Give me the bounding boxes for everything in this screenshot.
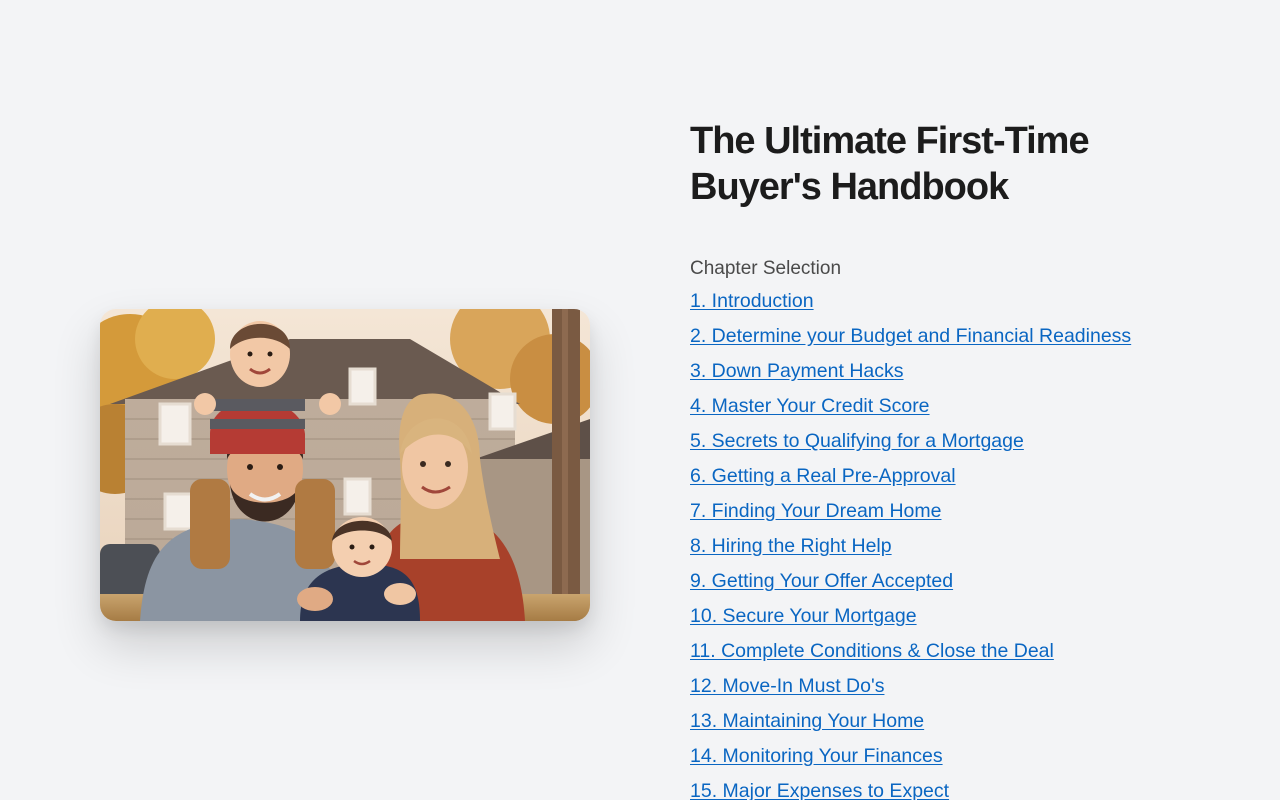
chapter-item: 14. Monitoring Your Finances <box>690 742 1250 777</box>
chapter-link-7[interactable]: 7. Finding Your Dream Home <box>690 500 941 522</box>
chapter-link-10[interactable]: 10. Secure Your Mortgage <box>690 605 917 627</box>
chapter-item: 4. Master Your Credit Score <box>690 392 1250 427</box>
chapter-item: 5. Secrets to Qualifying for a Mortgage <box>690 427 1250 462</box>
chapter-item: 10. Secure Your Mortgage <box>690 602 1250 637</box>
hero-photo <box>100 309 590 621</box>
chapter-item: 6. Getting a Real Pre-Approval <box>690 462 1250 497</box>
chapter-link-3[interactable]: 3. Down Payment Hacks <box>690 360 904 382</box>
chapter-link-11[interactable]: 11. Complete Conditions & Close the Deal <box>690 640 1054 662</box>
chapter-link-12[interactable]: 12. Move-In Must Do's <box>690 675 884 697</box>
chapter-link-8[interactable]: 8. Hiring the Right Help <box>690 535 892 557</box>
chapter-selection-heading: Chapter Selection <box>690 258 842 279</box>
chapter-item: 1. Introduction <box>690 287 1250 322</box>
chapter-item: 12. Move-In Must Do's <box>690 672 1250 707</box>
chapter-link-14[interactable]: 14. Monitoring Your Finances <box>690 745 943 767</box>
chapter-link-5[interactable]: 5. Secrets to Qualifying for a Mortgage <box>690 430 1024 452</box>
handbook-panel: The Ultimate First-Time Buyer's Handbook… <box>690 118 1250 800</box>
chapter-item: 3. Down Payment Hacks <box>690 357 1250 392</box>
chapter-item: 7. Finding Your Dream Home <box>690 497 1250 532</box>
chapter-item: 11. Complete Conditions & Close the Deal <box>690 637 1250 672</box>
chapter-item: 8. Hiring the Right Help <box>690 532 1250 567</box>
chapter-link-9[interactable]: 9. Getting Your Offer Accepted <box>690 570 953 592</box>
chapter-item: 13. Maintaining Your Home <box>690 707 1250 742</box>
family-photo-illustration <box>100 309 590 621</box>
chapter-link-1[interactable]: 1. Introduction <box>690 290 814 312</box>
chapter-item: 2. Determine your Budget and Financial R… <box>690 322 1250 357</box>
chapter-item: 9. Getting Your Offer Accepted <box>690 567 1250 602</box>
chapter-item: 15. Major Expenses to Expect <box>690 777 1250 800</box>
page-title: The Ultimate First-Time Buyer's Handbook <box>690 120 1090 208</box>
chapter-link-2[interactable]: 2. Determine your Budget and Financial R… <box>690 325 1131 347</box>
chapter-link-6[interactable]: 6. Getting a Real Pre-Approval <box>690 465 956 487</box>
chapter-link-4[interactable]: 4. Master Your Credit Score <box>690 395 930 417</box>
page: The Ultimate First-Time Buyer's Handbook… <box>0 0 1280 800</box>
chapter-link-15[interactable]: 15. Major Expenses to Expect <box>690 780 949 800</box>
chapter-list: 1. Introduction 2. Determine your Budget… <box>690 287 1250 800</box>
chapter-link-13[interactable]: 13. Maintaining Your Home <box>690 710 924 732</box>
